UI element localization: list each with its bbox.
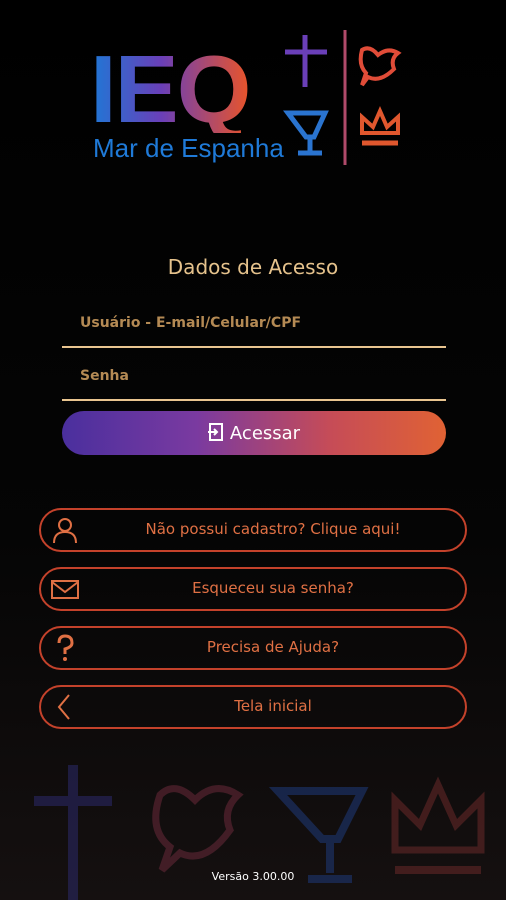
username-field-container — [62, 300, 446, 348]
church-logo: IEQ Mar de Espanha — [90, 25, 420, 175]
username-input[interactable] — [62, 300, 446, 346]
register-label: Não possui cadastro? Clique aqui! — [145, 520, 401, 538]
chevron-left-icon — [57, 694, 70, 720]
forgot-password-button[interactable]: Esqueceu sua senha? — [39, 567, 467, 611]
register-button[interactable]: Não possui cadastro? Clique aqui! — [39, 508, 467, 552]
help-label: Precisa de Ajuda? — [206, 638, 340, 656]
home-screen-label: Tela inicial — [234, 697, 312, 715]
app-version: Versão 3.00.00 — [211, 870, 295, 883]
home-screen-button[interactable]: Tela inicial — [39, 685, 467, 729]
help-button[interactable]: Precisa de Ajuda? — [39, 626, 467, 670]
logo-subtitle: Mar de Espanha — [93, 133, 284, 163]
question-icon — [57, 634, 74, 661]
password-field-container — [62, 353, 446, 401]
forgot-password-label: Esqueceu sua senha? — [192, 579, 354, 597]
logo-symbols-icon — [275, 30, 415, 165]
login-title: Dados de Acesso — [167, 255, 339, 279]
login-icon — [207, 423, 223, 441]
logo-text: IEQ — [90, 36, 251, 143]
user-icon — [53, 518, 77, 544]
login-button[interactable]: Acessar — [62, 411, 446, 455]
mail-icon — [51, 580, 79, 599]
login-button-label: Acessar — [229, 422, 301, 444]
password-input[interactable] — [62, 353, 446, 399]
